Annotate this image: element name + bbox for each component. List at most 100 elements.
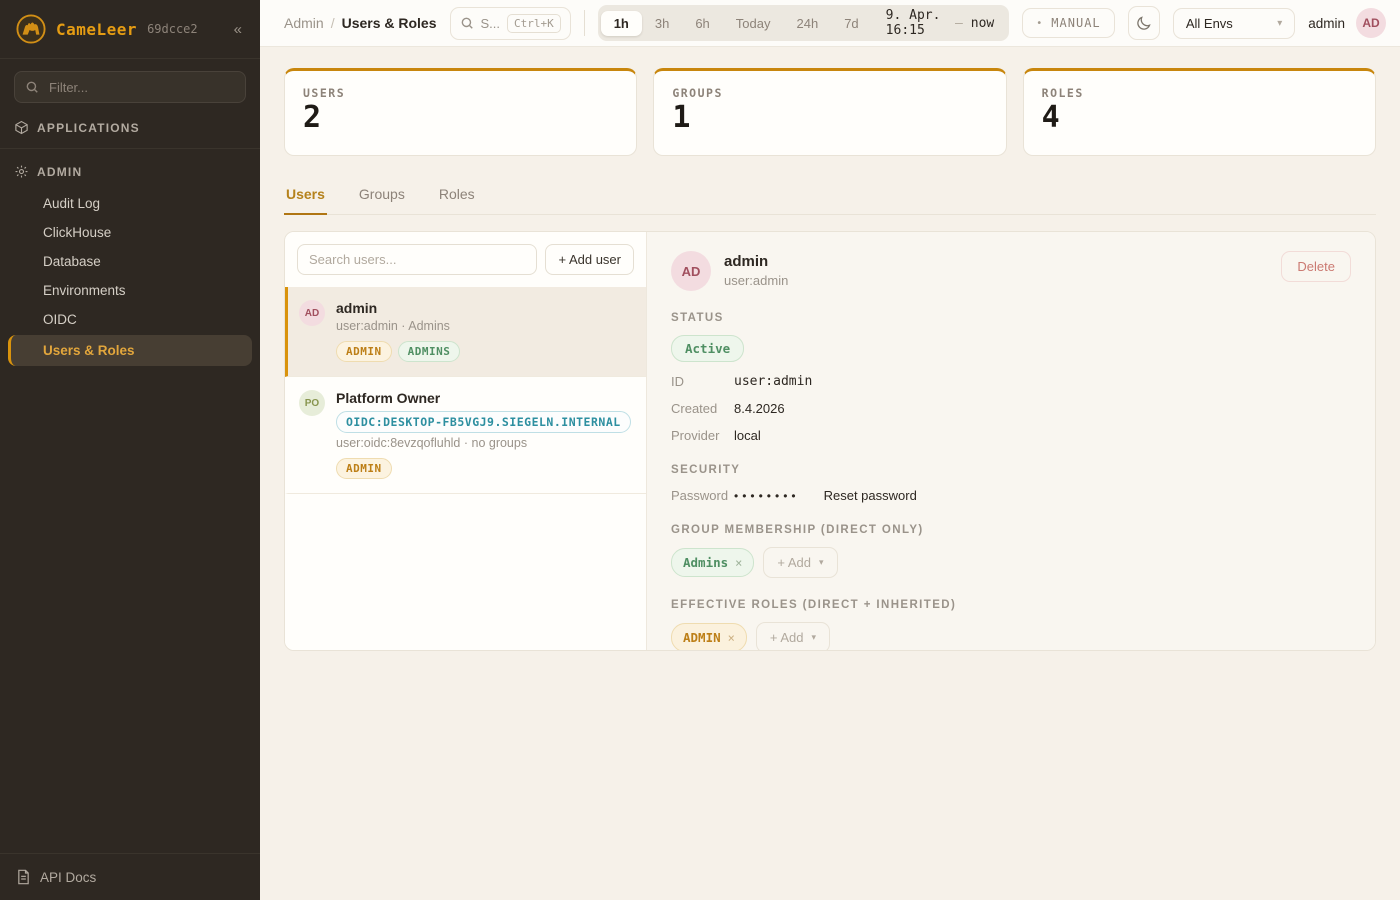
range-today[interactable]: Today [723,11,784,36]
applications-label: APPLICATIONS [37,121,140,135]
avatar[interactable]: AD [1356,8,1386,38]
stat-label: GROUPS [672,86,987,100]
stat-card-users[interactable]: USERS 2 [284,68,637,156]
cube-icon [14,120,29,135]
global-search-button[interactable]: S... Ctrl+K [450,7,571,40]
sidebar-item-oidc[interactable]: OIDC [8,306,252,333]
range-3h[interactable]: 3h [642,11,682,36]
field-provider: Provider local [671,428,1351,443]
tab-users[interactable]: Users [284,177,327,215]
add-role-button[interactable]: + Add ▾ [756,622,830,650]
remove-icon[interactable]: × [728,631,735,645]
user-detail-pane: AD admin user:admin Delete STATUS Active… [647,232,1375,650]
group-membership-heading: GROUP MEMBERSHIP (DIRECT ONLY) [671,524,1351,536]
field-value: local [734,428,761,443]
user-list-item-platform-owner[interactable]: PO Platform Owner OIDC:DESKTOP-FB5VGJ9.S… [285,377,646,494]
field-label: Created [671,401,734,416]
security-heading: SECURITY [671,464,1351,476]
reset-password-link[interactable]: Reset password [824,488,917,503]
sidebar-item-clickhouse[interactable]: ClickHouse [8,219,252,246]
sidebar-section-admin[interactable]: ADMIN [0,151,260,188]
users-panel: + Add user AD admin user:admin · Admins … [284,231,1376,651]
search-icon [25,80,39,94]
chip-label: ADMIN [683,630,721,645]
tab-groups[interactable]: Groups [357,177,407,215]
field-label: Provider [671,428,734,443]
oidc-badge: OIDC:DESKTOP-FB5VGJ9.SIEGELN.INTERNAL [336,411,631,433]
sidebar-item-database[interactable]: Database [8,248,252,275]
main-column: Admin / Users & Roles S... Ctrl+K 1h 3h … [260,0,1400,900]
sidebar-header: CameLeer 69dcce2 « [0,0,260,59]
role-chip-row: ADMIN × + Add ▾ [671,622,1351,650]
dark-mode-toggle[interactable] [1128,6,1160,40]
detail-user-id: user:admin [724,273,788,288]
time-from: 9. Apr. 16:15 [886,8,947,38]
user-list-toolbar: + Add user [285,232,646,287]
user-meta: user:admin · Admins [336,319,460,333]
gear-icon [14,164,29,179]
cameleer-logo-icon [16,14,46,44]
status-badge: Active [671,335,744,362]
main-content: USERS 2 GROUPS 1 ROLES 4 Users Groups Ro… [260,47,1400,900]
search-shortcut-kbd: Ctrl+K [507,14,561,33]
api-docs-label: API Docs [40,870,96,885]
avatar: PO [299,390,325,416]
chevron-down-icon: ▾ [812,632,817,643]
app-logo-text: CameLeer [56,20,137,39]
field-label: ID [671,374,734,389]
sidebar-item-environments[interactable]: Environments [8,277,252,304]
stat-card-roles[interactable]: ROLES 4 [1023,68,1376,156]
app-root: CameLeer 69dcce2 « APPLICATION [0,0,1400,900]
search-icon [460,16,474,30]
build-id: 69dcce2 [147,22,198,36]
api-docs-link[interactable]: API Docs [0,853,260,900]
add-user-button[interactable]: + Add user [545,244,634,275]
field-created: Created 8.4.2026 [671,401,1351,416]
sidebar-filter-input[interactable] [47,79,235,96]
range-7d[interactable]: 7d [831,11,871,36]
user-name: admin [336,300,460,316]
breadcrumb-separator: / [331,15,335,31]
sidebar-collapse-icon[interactable]: « [230,19,246,40]
field-label: Password [671,488,734,503]
user-name: Platform Owner [336,390,631,406]
field-password: Password •••••••• Reset password [671,488,1351,503]
tab-roles[interactable]: Roles [437,177,477,215]
stat-value: 2 [303,103,618,133]
delete-user-button[interactable]: Delete [1281,251,1351,282]
range-6h[interactable]: 6h [682,11,722,36]
stat-value: 4 [1042,103,1357,133]
environment-select[interactable]: All Envs ▾ [1173,8,1295,39]
user-meta: user:oidc:8evzqofluhld · no groups [336,436,631,450]
stat-card-groups[interactable]: GROUPS 1 [653,68,1006,156]
refresh-mode-label: MANUAL [1051,16,1100,30]
avatar: AD [671,251,711,291]
range-24h[interactable]: 24h [784,11,832,36]
tabs: Users Groups Roles [284,177,1376,215]
refresh-mode-button[interactable]: • MANUAL [1022,8,1114,38]
role-badge: ADMIN [336,341,392,362]
sidebar-filter [14,71,246,103]
range-1h[interactable]: 1h [601,11,642,36]
effective-roles-heading: EFFECTIVE ROLES (DIRECT + INHERITED) [671,599,1351,611]
topbar: Admin / Users & Roles S... Ctrl+K 1h 3h … [260,0,1400,47]
environment-value: All Envs [1186,16,1233,31]
add-label: + Add [777,555,811,570]
time-range-display[interactable]: 9. Apr. 16:15 – now [872,8,1007,38]
sidebar-item-audit-log[interactable]: Audit Log [8,190,252,217]
sidebar-section-applications[interactable]: APPLICATIONS [0,107,260,144]
search-users-input[interactable] [297,244,537,275]
breadcrumb-current: Users & Roles [342,15,437,31]
document-icon [16,869,31,885]
avatar: AD [299,300,325,326]
user-list-item-admin[interactable]: AD admin user:admin · Admins ADMIN ADMIN… [285,287,646,377]
breadcrumb-admin[interactable]: Admin [284,15,324,31]
add-label: + Add [770,630,804,645]
add-group-button[interactable]: + Add ▾ [763,547,837,578]
breadcrumb: Admin / Users & Roles [284,15,437,31]
user-menu[interactable]: admin AD [1308,8,1386,38]
remove-icon[interactable]: × [735,556,742,570]
chevron-down-icon: ▾ [1277,18,1282,29]
user-list-pane: + Add user AD admin user:admin · Admins … [285,232,647,650]
sidebar-item-users-roles[interactable]: Users & Roles [8,335,252,366]
